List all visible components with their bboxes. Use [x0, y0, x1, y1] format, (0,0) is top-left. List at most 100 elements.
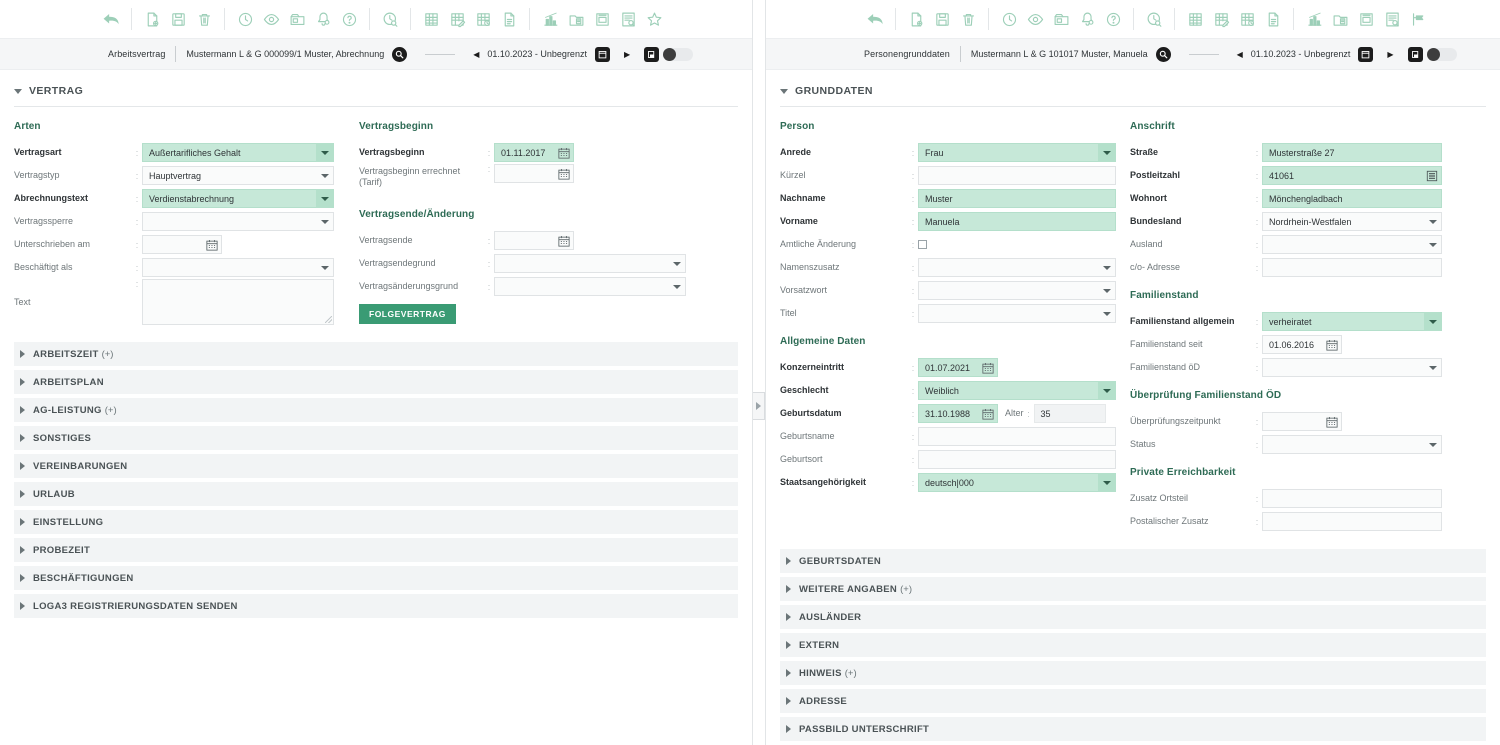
chevron-down-icon[interactable] — [1098, 143, 1116, 162]
field-select-abrechnungstext[interactable]: Verdienstabrechnung — [142, 189, 334, 208]
folgevertrag-button[interactable]: FOLGEVERTRAG — [359, 304, 456, 324]
status-toggle[interactable] — [1426, 47, 1457, 61]
history-clock-icon[interactable] — [232, 4, 258, 34]
chevron-down-icon[interactable] — [1098, 473, 1116, 492]
field-select-vertragsänderungsgrund[interactable] — [494, 277, 686, 296]
field-input-postleitzahl[interactable]: 41061 — [1262, 166, 1442, 185]
field-textarea-text[interactable] — [142, 279, 334, 325]
field-select-staatsangehörigkeit[interactable]: deutsch|000 — [918, 473, 1116, 492]
field-select-familienstand-öd[interactable] — [1262, 358, 1442, 377]
chevron-down-icon[interactable] — [1424, 312, 1442, 331]
chevron-down-icon[interactable] — [316, 189, 334, 208]
new-document-icon[interactable] — [139, 4, 165, 34]
new-document-icon[interactable] — [903, 4, 929, 34]
report-page-icon[interactable] — [496, 4, 522, 34]
accordion-einstellung[interactable]: EINSTELLUNG — [14, 510, 738, 534]
accordion-hinweis[interactable]: HINWEIS (+) — [780, 661, 1486, 685]
field-input-nachname[interactable]: Muster — [918, 189, 1116, 208]
calendar-picker-icon[interactable] — [594, 46, 610, 62]
delete-icon[interactable] — [955, 4, 981, 34]
field-input-postalischer-zusatz[interactable] — [1262, 512, 1442, 531]
notification-bell-icon[interactable] — [310, 4, 336, 34]
calendar-icon[interactable] — [1326, 338, 1338, 351]
next-period-icon[interactable]: ▶ — [624, 50, 630, 59]
calendar-icon[interactable] — [558, 167, 570, 180]
payroll-grid-clock-icon[interactable] — [1234, 4, 1260, 34]
payroll-grid-icon[interactable] — [1182, 4, 1208, 34]
value-list-icon[interactable] — [1426, 169, 1438, 182]
chevron-down-icon[interactable] — [1098, 281, 1116, 300]
accordion-ausländer[interactable]: AUSLÄNDER — [780, 605, 1486, 629]
chevron-down-icon[interactable] — [668, 254, 686, 273]
prev-period-icon[interactable]: ◀ — [1237, 50, 1243, 59]
field-input-c-o-adresse[interactable] — [1262, 258, 1442, 277]
field-date-geburtsdatum[interactable]: 31.10.1988 — [918, 404, 998, 423]
field-input-geburtsort[interactable] — [918, 450, 1116, 469]
field-select-vertragsendegrund[interactable] — [494, 254, 686, 273]
field-select-anrede[interactable]: Frau — [918, 143, 1116, 162]
accordion-adresse[interactable]: ADRESSE — [780, 689, 1486, 713]
calendar-icon[interactable] — [558, 234, 570, 247]
field-checkbox-amtliche-änderung[interactable] — [918, 235, 1116, 254]
undo-icon[interactable] — [98, 4, 124, 34]
field-date-überprüfungszeitpunkt[interactable] — [1262, 412, 1342, 431]
chevron-down-icon[interactable] — [1424, 235, 1442, 254]
printer-icon[interactable] — [589, 4, 615, 34]
accordion-beschäftigungen[interactable]: BESCHÄFTIGUNGEN — [14, 566, 738, 590]
chevron-down-icon[interactable] — [1424, 358, 1442, 377]
accordion-weitere-angaben[interactable]: WEITERE ANGABEN (+) — [780, 577, 1486, 601]
status-toggle[interactable] — [663, 47, 694, 61]
field-input-zusatz-ortsteil[interactable] — [1262, 489, 1442, 508]
list-search-icon[interactable] — [1379, 4, 1405, 34]
field-select-vertragstyp[interactable]: Hauptvertrag — [142, 166, 334, 185]
panel-splitter[interactable] — [752, 0, 766, 745]
field-input-kürzel[interactable] — [918, 166, 1116, 185]
field-select-familienstand-allgemein[interactable]: verheiratet — [1262, 312, 1442, 331]
favorite-star-icon[interactable] — [641, 4, 667, 34]
clock-search-icon[interactable] — [377, 4, 403, 34]
checkbox-box[interactable] — [918, 240, 927, 249]
collapse-panel-icon[interactable] — [1405, 4, 1431, 34]
chevron-down-icon[interactable] — [316, 212, 334, 231]
document-folder-icon[interactable] — [563, 4, 589, 34]
field-select-vorsatzwort[interactable] — [918, 281, 1116, 300]
printer-icon[interactable] — [1353, 4, 1379, 34]
next-period-icon[interactable]: ▶ — [1387, 50, 1393, 59]
save-icon[interactable] — [929, 4, 955, 34]
record-search-icon[interactable] — [392, 46, 408, 62]
accordion-arbeitsplan[interactable]: ARBEITSPLAN — [14, 370, 738, 394]
field-date-vertragsbeginn-errechnet-tarif[interactable] — [494, 164, 574, 183]
chevron-down-icon[interactable] — [1098, 304, 1116, 323]
clock-search-icon[interactable] — [1141, 4, 1167, 34]
archive-box-icon[interactable] — [1048, 4, 1074, 34]
payroll-grid-edit-icon[interactable] — [1208, 4, 1234, 34]
report-page-icon[interactable] — [1260, 4, 1286, 34]
calendar-picker-icon[interactable] — [1358, 46, 1374, 62]
field-select-beschäftigt-als[interactable] — [142, 258, 334, 277]
document-folder-icon[interactable] — [1327, 4, 1353, 34]
statistics-chart-icon[interactable] — [1301, 4, 1327, 34]
calendar-icon[interactable] — [558, 146, 570, 159]
field-input-straße[interactable]: Musterstraße 27 — [1262, 143, 1442, 162]
preview-eye-icon[interactable] — [258, 4, 284, 34]
field-date-familienstand-seit[interactable]: 01.06.2016 — [1262, 335, 1342, 354]
copy-record-icon[interactable] — [644, 46, 660, 62]
field-select-status[interactable] — [1262, 435, 1442, 454]
payroll-grid-clock-icon[interactable] — [470, 4, 496, 34]
accordion-vereinbarungen[interactable]: VEREINBARUNGEN — [14, 454, 738, 478]
calendar-icon[interactable] — [206, 238, 218, 251]
field-input-vorname[interactable]: Manuela — [918, 212, 1116, 231]
chevron-down-icon[interactable] — [1424, 435, 1442, 454]
statistics-chart-icon[interactable] — [537, 4, 563, 34]
calendar-icon[interactable] — [1326, 415, 1338, 428]
calendar-icon[interactable] — [982, 407, 994, 420]
payroll-grid-edit-icon[interactable] — [444, 4, 470, 34]
chevron-down-icon[interactable] — [316, 258, 334, 277]
accordion-arbeitszeit[interactable]: ARBEITSZEIT (+) — [14, 342, 738, 366]
field-input-wohnort[interactable]: Mönchengladbach — [1262, 189, 1442, 208]
notification-bell-icon[interactable] — [1074, 4, 1100, 34]
delete-icon[interactable] — [191, 4, 217, 34]
field-date-unterschrieben-am[interactable] — [142, 235, 222, 254]
accordion-passbild-unterschrift[interactable]: PASSBILD UNTERSCHRIFT — [780, 717, 1486, 741]
accordion-urlaub[interactable]: URLAUB — [14, 482, 738, 506]
